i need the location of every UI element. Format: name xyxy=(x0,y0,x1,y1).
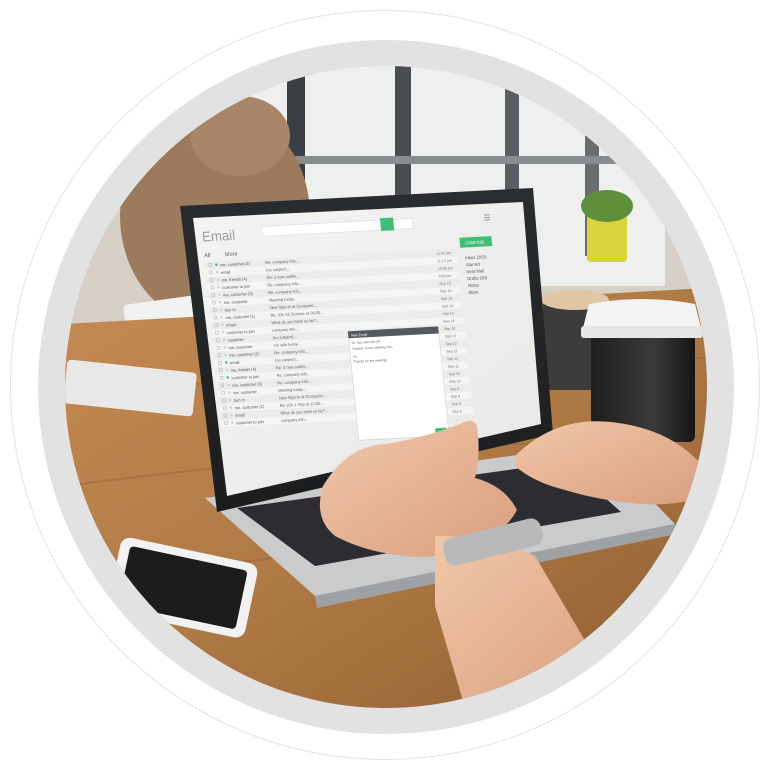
filter-more[interactable]: More xyxy=(225,251,238,258)
email-row-sender: email xyxy=(226,322,236,328)
email-row-date: Sep 10 xyxy=(448,372,460,377)
email-app-title: Email xyxy=(201,227,235,244)
email-row-date: Sep 14 xyxy=(443,319,455,324)
photo-scene: Email ☰ All More COMPOSE Inbox (263) Sta… xyxy=(65,66,707,708)
coffee-cup-lid xyxy=(583,299,701,328)
plant-leaves xyxy=(581,190,633,222)
folder-item[interactable]: More xyxy=(468,289,479,295)
popup-greeting: Hi, xyxy=(353,355,357,359)
email-row-date: Sep 15 xyxy=(439,281,451,286)
email-row-date: Sep 8 xyxy=(451,402,461,407)
folder-item[interactable]: Drafts (26) xyxy=(467,275,488,281)
email-row-date: Sep 11 xyxy=(448,364,459,369)
email-row-date: 11:41 pm xyxy=(436,251,451,256)
popup-header: New Email xyxy=(351,333,368,338)
email-row-date: Sep 9 xyxy=(450,387,460,392)
email-row-sender: customer xyxy=(227,337,244,343)
folder-item[interactable]: Sent Mail xyxy=(466,268,484,274)
filter-all[interactable]: All xyxy=(204,253,211,259)
email-row-date: Sep 13 xyxy=(445,334,457,339)
coffee-cup-lid-rim xyxy=(581,326,703,338)
menu-icon[interactable]: ☰ xyxy=(483,213,491,223)
email-row-date: Sep 13 xyxy=(444,327,456,332)
email-row-date: Sep 15 xyxy=(441,296,453,301)
email-row-date: 11:12 pm xyxy=(437,259,452,264)
email-row-date: Sep 14 xyxy=(441,304,453,309)
email-row-sender: bon m xyxy=(224,307,236,313)
email-row-date: 10:59 pm xyxy=(438,266,453,271)
folder-item[interactable]: Starred xyxy=(466,261,481,267)
email-row-sender: bon m xyxy=(234,397,246,403)
email-row-sender: email xyxy=(230,360,240,366)
compose-label: COMPOSE xyxy=(465,239,485,245)
email-row-sender: email xyxy=(235,412,245,418)
email-search-button[interactable] xyxy=(379,217,395,232)
email-row-date: Sep 10 xyxy=(449,379,461,384)
email-row-date: Sep 14 xyxy=(442,311,454,316)
new-email-popup: New Email To: the customer (4) Subject: … xyxy=(347,326,450,441)
email-row-date: Sep 15 xyxy=(440,289,452,294)
window-mullion xyxy=(245,156,665,164)
laptop-email-photo: Email ☰ All More COMPOSE Inbox (263) Sta… xyxy=(65,66,707,708)
email-row-date: Sep 11 xyxy=(447,357,458,362)
email-row-date: Sep 12 xyxy=(445,342,457,347)
email-row-date: 9:40 pm xyxy=(438,274,451,279)
email-row-sender: email xyxy=(221,269,231,275)
folder-item[interactable]: Notes xyxy=(468,282,480,288)
email-row-date: Sep 8 xyxy=(452,409,462,414)
email-row-date: Sep 12 xyxy=(446,349,458,354)
email-row-date: Sep 9 xyxy=(451,394,461,399)
